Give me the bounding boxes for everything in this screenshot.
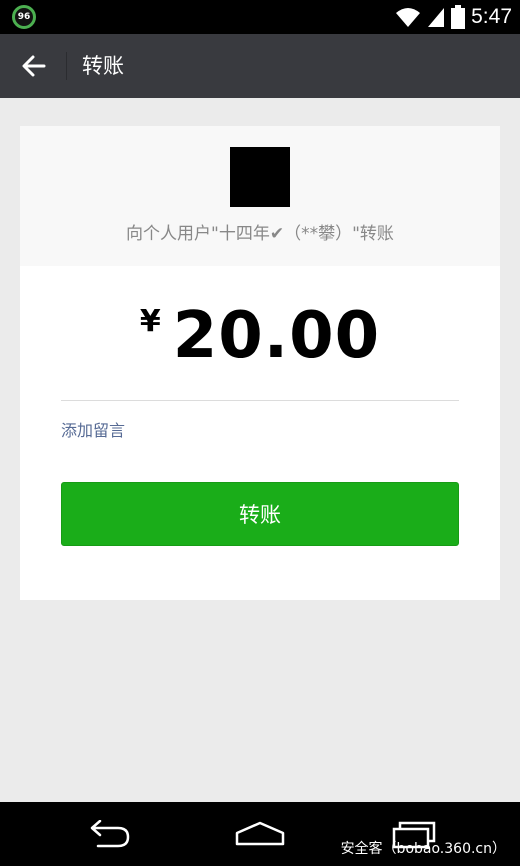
transfer-card: 向个人用户"十四年✔（**攀）"转账 ¥ 20.00 添加留言 转账: [20, 126, 500, 600]
nav-home-button[interactable]: [230, 812, 290, 856]
page-title: 转账: [82, 54, 124, 78]
recipient-section: 向个人用户"十四年✔（**攀）"转账: [20, 126, 500, 266]
amount-value[interactable]: 20.00: [173, 298, 380, 374]
status-icons: 5:47: [395, 0, 512, 34]
avatar: [230, 147, 290, 207]
battery-badge: 96: [12, 5, 36, 29]
wifi-icon: [396, 8, 421, 27]
nav-back-icon: [90, 820, 130, 848]
nav-bar: 安全客（bobao.360.cn）: [0, 802, 520, 866]
back-button[interactable]: [10, 42, 58, 90]
transfer-button[interactable]: 转账: [61, 482, 459, 546]
title-divider: [66, 52, 67, 80]
battery-icon: [451, 5, 466, 29]
status-bar: 96 5:47: [0, 0, 520, 34]
arrow-left-icon: [22, 55, 46, 77]
title-bar: 转账: [0, 34, 520, 98]
currency-symbol: ¥: [139, 304, 161, 339]
signal-icon: [428, 8, 445, 27]
add-note-link[interactable]: 添加留言: [61, 420, 125, 442]
status-time: 5:47: [471, 5, 512, 28]
watermark: 安全客（bobao.360.cn）: [340, 841, 506, 857]
amount-divider: [61, 400, 459, 401]
recipient-label: 向个人用户"十四年✔（**攀）"转账: [126, 224, 394, 244]
nav-home-icon: [235, 821, 285, 846]
amount-row: ¥ 20.00: [20, 298, 500, 374]
nav-back-button[interactable]: [78, 812, 138, 856]
